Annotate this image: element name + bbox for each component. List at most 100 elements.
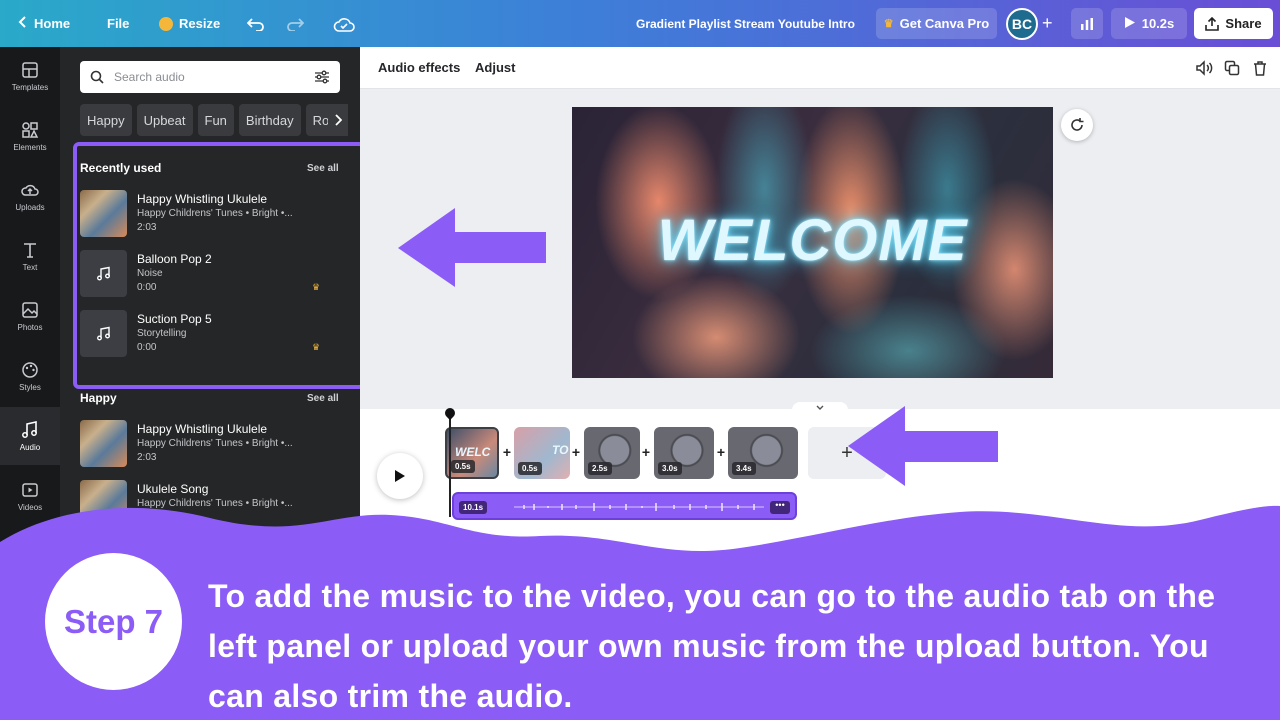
delete-button[interactable] bbox=[1250, 58, 1270, 78]
add-transition-button[interactable]: + bbox=[500, 445, 514, 459]
filter-icon[interactable] bbox=[314, 70, 330, 84]
chip-happy[interactable]: Happy bbox=[80, 104, 132, 136]
see-all-link[interactable]: See all bbox=[307, 393, 339, 404]
category-chips: Happy Upbeat Fun Birthday Rock bbox=[80, 104, 345, 136]
track-name: Happy Whistling Ukulele bbox=[137, 192, 268, 206]
cloud-saved-status[interactable] bbox=[333, 0, 355, 47]
add-transition-button[interactable]: + bbox=[714, 445, 728, 459]
avatar[interactable]: BC bbox=[1006, 8, 1038, 40]
track-item[interactable]: Balloon Pop 2 Noise 0:00 ♛ bbox=[80, 250, 340, 300]
plus-icon: + bbox=[502, 444, 512, 460]
timeline-play-button[interactable] bbox=[377, 453, 423, 499]
rail-label: Templates bbox=[11, 82, 49, 92]
rail-item-elements[interactable]: Elements bbox=[0, 107, 60, 165]
styles-icon bbox=[22, 361, 38, 378]
resize-button[interactable]: Resize bbox=[159, 0, 220, 47]
home-button[interactable]: Home bbox=[18, 0, 70, 47]
add-member-button[interactable]: + bbox=[1042, 0, 1053, 47]
chip-birthday[interactable]: Birthday bbox=[238, 104, 301, 136]
see-all-link[interactable]: See all bbox=[307, 163, 339, 174]
track-thumbnail bbox=[80, 310, 127, 357]
present-button[interactable]: 10.2s bbox=[1111, 8, 1187, 39]
plus-icon: + bbox=[641, 444, 651, 460]
rail-label: Uploads bbox=[15, 202, 45, 212]
timeline-clip[interactable]: 3.0s bbox=[654, 427, 714, 479]
timeline-collapse-button[interactable] bbox=[792, 402, 848, 416]
timeline-clip[interactable]: 2.5s bbox=[584, 427, 640, 479]
timeline-clip[interactable]: WELC 0.5s bbox=[445, 427, 499, 479]
elements-icon bbox=[22, 121, 39, 138]
chip-fun[interactable]: Fun bbox=[197, 104, 234, 136]
design-canvas[interactable]: WELCOME bbox=[572, 107, 1053, 378]
crown-icon: ♛ bbox=[883, 18, 894, 30]
add-transition-button[interactable]: + bbox=[569, 445, 583, 459]
track-meta: Happy Childrens' Tunes • Bright •... bbox=[137, 438, 293, 449]
track-item[interactable]: Ukulele Song Happy Childrens' Tunes • Br… bbox=[80, 480, 340, 530]
chevron-left-icon bbox=[18, 16, 28, 31]
rail-label: Text bbox=[22, 262, 38, 272]
welcome-headline[interactable]: WELCOME bbox=[572, 207, 1053, 274]
adjust-button[interactable]: Adjust bbox=[475, 60, 515, 75]
share-icon bbox=[1205, 16, 1220, 31]
rail-item-photos[interactable]: Photos bbox=[0, 287, 60, 345]
search-box[interactable] bbox=[80, 61, 340, 93]
audio-track[interactable]: 10.1s ••• bbox=[452, 492, 797, 520]
timeline-clip[interactable]: 3.4s bbox=[728, 427, 798, 479]
share-label: Share bbox=[1225, 16, 1262, 31]
get-canva-pro-button[interactable]: ♛ Get Canva Pro bbox=[876, 8, 997, 39]
rail-item-styles[interactable]: Styles bbox=[0, 347, 60, 405]
file-menu[interactable]: File bbox=[107, 0, 129, 47]
undo-button[interactable] bbox=[247, 0, 265, 47]
recently-used-heading: Recently used bbox=[80, 161, 162, 175]
add-transition-button[interactable]: + bbox=[639, 445, 653, 459]
pro-crown-icon: ♛ bbox=[312, 282, 321, 292]
avatar-initials: BC bbox=[1011, 16, 1033, 32]
timeline-clip[interactable]: TO 0.5s bbox=[514, 427, 570, 479]
rail-item-uploads[interactable]: Uploads bbox=[0, 167, 60, 225]
audio-more-button[interactable]: ••• bbox=[770, 501, 790, 514]
chip-upbeat[interactable]: Upbeat bbox=[136, 104, 193, 136]
plus-icon: + bbox=[841, 441, 853, 464]
redo-button[interactable] bbox=[286, 0, 304, 47]
volume-button[interactable] bbox=[1194, 58, 1214, 78]
redo-icon bbox=[287, 17, 304, 31]
search-input[interactable] bbox=[114, 70, 304, 84]
file-label: File bbox=[107, 16, 130, 31]
chevron-down-icon bbox=[816, 405, 824, 410]
rail-item-templates[interactable]: Templates bbox=[0, 47, 60, 105]
playhead[interactable] bbox=[449, 411, 451, 517]
undo-icon bbox=[247, 17, 264, 31]
clip-duration: 0.5s bbox=[451, 460, 475, 473]
document-title[interactable]: Gradient Playlist Stream Youtube Intro bbox=[636, 0, 855, 47]
track-name: Balloon Pop 2 bbox=[137, 252, 212, 266]
duplicate-button[interactable] bbox=[1222, 58, 1242, 78]
insights-button[interactable] bbox=[1071, 8, 1103, 39]
track-item[interactable]: Suction Pop 5 Storytelling 0:00 ♛ bbox=[80, 310, 340, 360]
clip-duration: 2.5s bbox=[588, 462, 612, 475]
track-item[interactable]: Happy Whistling Ukulele Happy Childrens'… bbox=[80, 190, 340, 240]
audio-context-toolbar: Audio effects Adjust bbox=[360, 47, 1280, 89]
rail-label: Photos bbox=[17, 322, 43, 332]
add-page-button[interactable]: + bbox=[808, 427, 886, 479]
chips-next-button[interactable] bbox=[328, 104, 348, 136]
audio-effects-button[interactable]: Audio effects bbox=[378, 60, 460, 75]
rail-label: Videos bbox=[17, 502, 43, 512]
clip-duration: 3.4s bbox=[732, 462, 756, 475]
track-meta: Noise bbox=[137, 268, 163, 279]
track-item[interactable]: Happy Whistling Ukulele Happy Childrens'… bbox=[80, 420, 340, 470]
plus-icon: + bbox=[716, 444, 726, 460]
rail-item-videos[interactable]: Videos bbox=[0, 467, 60, 525]
share-button[interactable]: Share bbox=[1194, 8, 1273, 39]
play-icon bbox=[395, 470, 405, 482]
rail-item-text[interactable]: Text bbox=[0, 227, 60, 285]
track-thumbnail bbox=[80, 190, 127, 237]
play-icon bbox=[1124, 16, 1136, 32]
rail-item-audio[interactable]: Audio bbox=[0, 407, 60, 465]
instruction-text: To add the music to the video, you can g… bbox=[208, 578, 1216, 714]
text-icon bbox=[24, 242, 36, 258]
track-duration: 2:03 bbox=[137, 452, 157, 463]
magic-refresh-button[interactable] bbox=[1061, 109, 1093, 141]
rail-label: Styles bbox=[19, 382, 41, 392]
music-note-icon bbox=[96, 326, 110, 340]
track-name: Ukulele Song bbox=[137, 482, 209, 496]
